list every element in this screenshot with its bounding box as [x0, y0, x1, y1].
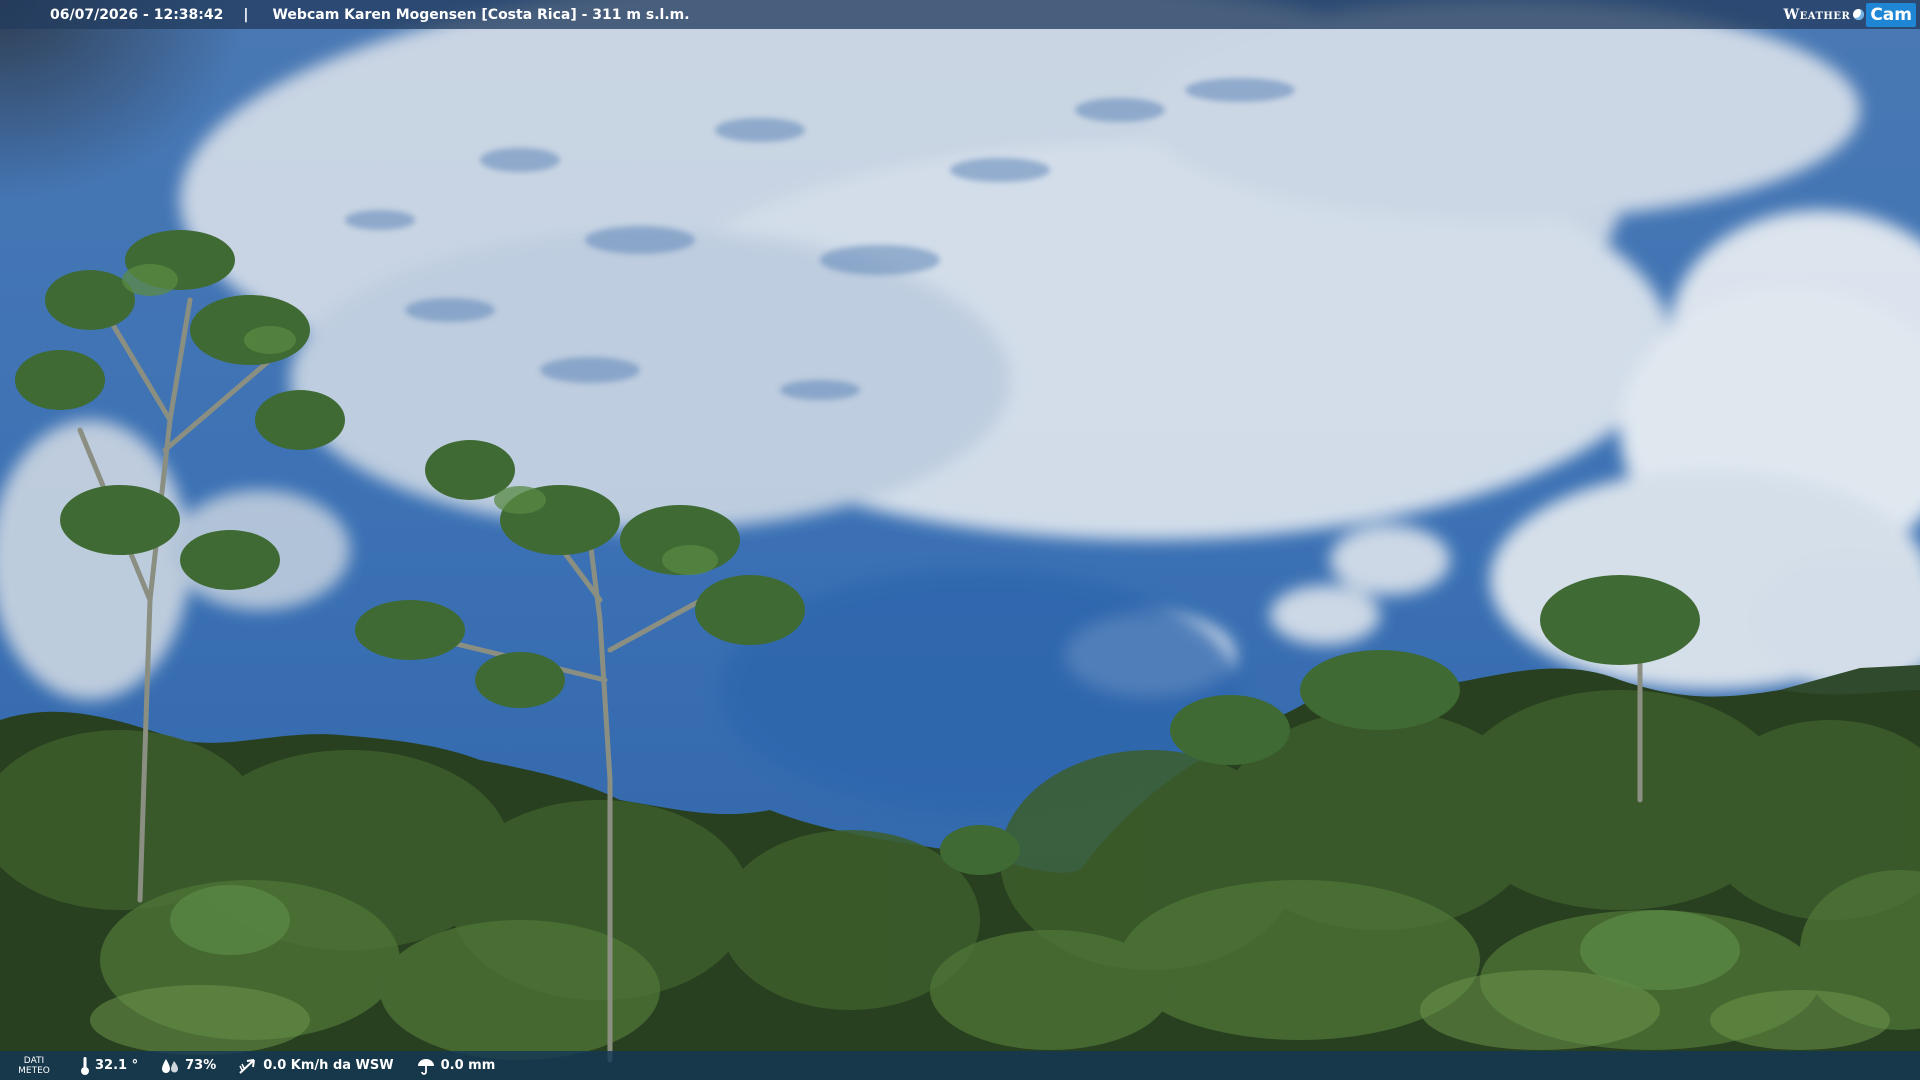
datetime-label: 06/07/2026 - 12:38:42	[50, 6, 224, 23]
weather-data-label: DATI METEO	[18, 1055, 50, 1076]
webcam-view: 06/07/2026 - 12:38:42 | Webcam Karen Mog…	[0, 0, 1920, 1080]
rain-reading: 0.0 mm	[416, 1057, 496, 1075]
thermometer-icon	[81, 1056, 89, 1075]
webcam-image	[0, 0, 1920, 1080]
temperature-value: 32.1 °	[95, 1058, 139, 1073]
humidity-value: 73%	[185, 1058, 217, 1073]
title-bar: 06/07/2026 - 12:38:42 | Webcam Karen Mog…	[0, 0, 1920, 29]
logo-cam-text: Cam	[1866, 2, 1916, 27]
logo-weather-text: Weather	[1783, 6, 1851, 23]
weathercam-logo[interactable]: Weather Cam	[1783, 0, 1916, 29]
wind-value: 0.0 Km/h da WSW	[263, 1058, 394, 1073]
umbrella-icon	[417, 1058, 434, 1075]
temperature-reading: 32.1 °	[80, 1056, 138, 1076]
wind-arrow-icon	[239, 1058, 256, 1074]
wind-reading: 0.0 Km/h da WSW	[238, 1057, 394, 1075]
humidity-icon	[162, 1058, 179, 1073]
rain-value: 0.0 mm	[440, 1058, 496, 1073]
humidity-reading: 73%	[160, 1057, 216, 1075]
webcam-title: Webcam Karen Mogensen [Costa Rica] - 311…	[272, 6, 690, 23]
logo-sun-icon	[1853, 9, 1865, 20]
title-separator: |	[243, 6, 249, 23]
weather-data-bar: DATI METEO 32.1 ° 73% 0.0 Km/h da WSW 0.…	[0, 1051, 1920, 1080]
